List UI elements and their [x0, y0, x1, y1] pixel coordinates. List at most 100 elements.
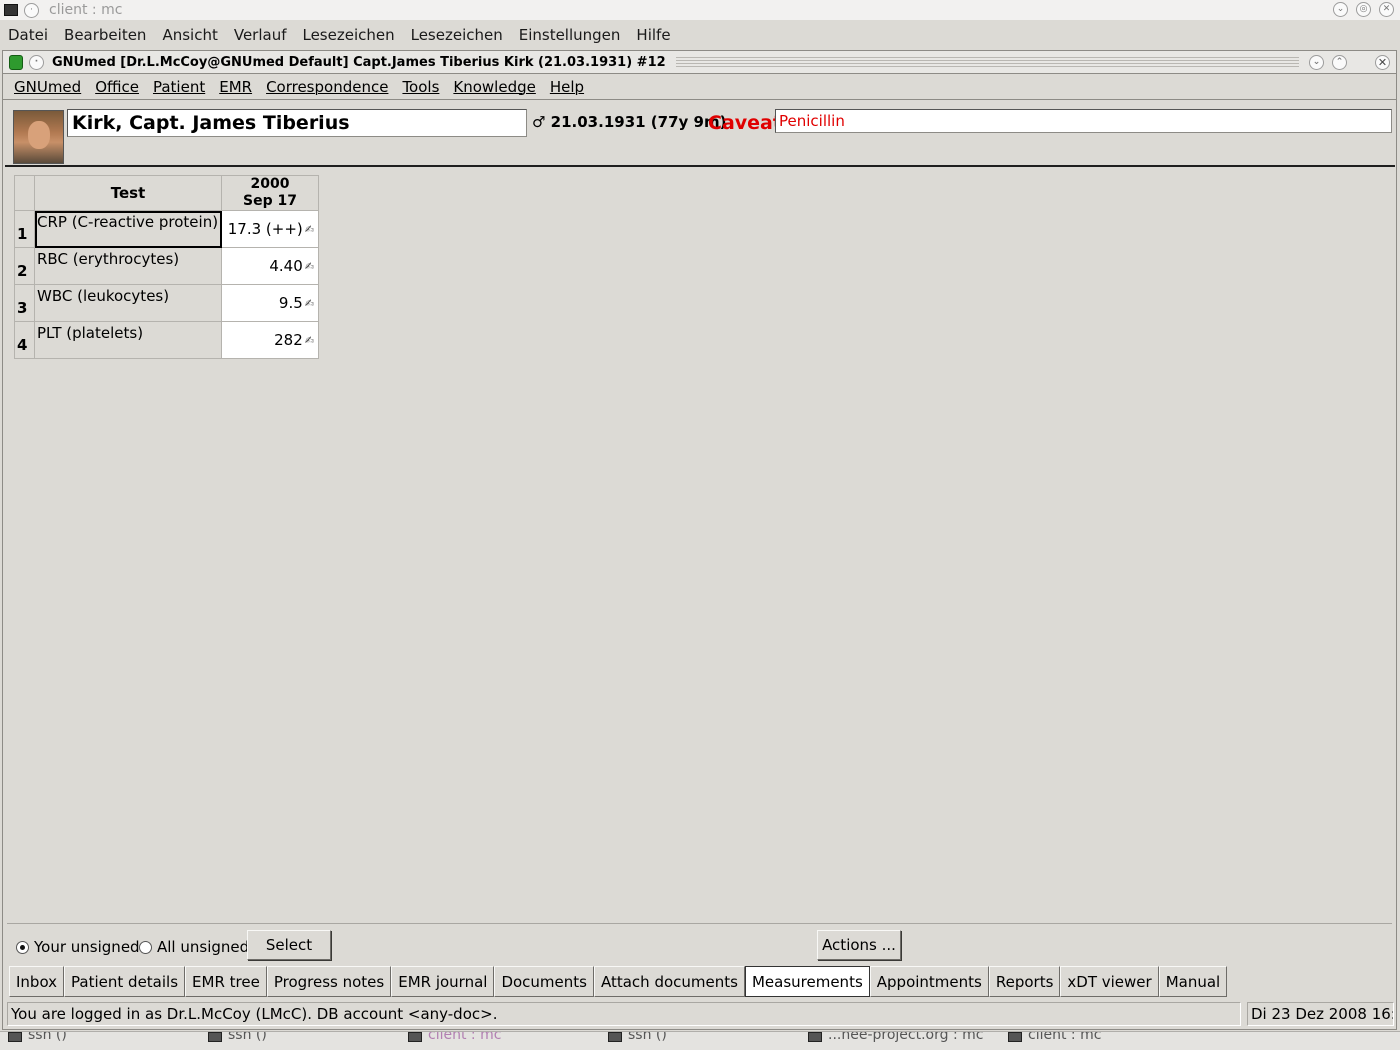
taskbar-item[interactable]: ssh () — [8, 1032, 67, 1050]
terminal-icon — [4, 4, 18, 16]
value-cell[interactable]: 9.5 ✍ — [221, 284, 319, 322]
tab-appointments[interactable]: Appointments — [869, 966, 989, 997]
outer-window-titlebar: · client : mc ⌄ ◎ ✕ — [0, 0, 1400, 20]
menu-einstellungen[interactable]: Einstellungen — [511, 26, 629, 44]
window-menu-icon[interactable]: · — [24, 2, 39, 18]
test-name-cell[interactable]: CRP (C-reactive protein) — [34, 210, 222, 248]
column-header-date[interactable]: 2000 Sep 17 — [221, 175, 319, 211]
test-name-cell[interactable]: PLT (platelets) — [34, 321, 222, 359]
taskbar-label: client : mc — [1028, 1031, 1102, 1043]
menu-patient[interactable]: Patient — [146, 78, 212, 96]
table-row: 4 PLT (platelets) 282 ✍ — [14, 321, 319, 359]
taskbar-item[interactable]: ssh () — [608, 1032, 667, 1050]
value-text: 4.40 — [269, 257, 303, 275]
taskbar-item[interactable]: ssh () — [208, 1032, 267, 1050]
radio-your-unsigned[interactable]: Your unsigned — [16, 938, 140, 956]
radio-your-unsigned-label: Your unsigned — [34, 938, 140, 956]
menu-tools[interactable]: Tools — [395, 78, 446, 96]
radio-selected-icon[interactable] — [16, 940, 29, 954]
taskbar-item[interactable]: client : mc — [408, 1032, 501, 1050]
tab-progress-notes[interactable]: Progress notes — [266, 966, 392, 997]
menu-ansicht[interactable]: Ansicht — [154, 26, 225, 44]
menu-knowledge[interactable]: Knowledge — [446, 78, 542, 96]
titlebar-grip — [675, 57, 1299, 67]
test-name-cell[interactable]: WBC (leukocytes) — [34, 284, 222, 322]
radio-all-unsigned[interactable]: All unsigned — [139, 938, 249, 956]
patient-dob: ♂ 21.03.1931 (77y 9m) — [532, 113, 727, 131]
caveat-field[interactable]: Penicillin — [775, 109, 1392, 133]
value-text: 282 — [274, 331, 303, 349]
tab-emr-journal[interactable]: EMR journal — [391, 966, 495, 997]
taskbar-label: ssh () — [228, 1031, 267, 1043]
outer-window-title: client : mc — [49, 2, 123, 18]
caveat-label: Caveat — [708, 112, 782, 134]
tab-documents[interactable]: Documents — [494, 966, 594, 997]
terminal-icon — [608, 1032, 622, 1042]
maximize-icon[interactable]: ◎ — [1356, 2, 1371, 17]
taskbar-item[interactable]: ...nee-project.org : mc — [808, 1032, 983, 1050]
value-cell[interactable]: 4.40 ✍ — [221, 247, 319, 285]
status-login-info: You are logged in as Dr.L.McCoy (LMcC). … — [7, 1002, 1241, 1026]
row-header[interactable]: 2 — [14, 247, 35, 285]
value-cell[interactable]: 282 ✍ — [221, 321, 319, 359]
tab-manual[interactable]: Manual — [1158, 966, 1228, 997]
grid-corner — [14, 175, 35, 211]
actions-button[interactable]: Actions ... — [817, 930, 901, 960]
terminal-icon — [808, 1032, 822, 1042]
menu-help[interactable]: Help — [543, 78, 591, 96]
tab-inbox[interactable]: Inbox — [9, 966, 65, 997]
tab-reports[interactable]: Reports — [988, 966, 1061, 997]
patient-name-field[interactable]: Kirk, Capt. James Tiberius — [67, 109, 527, 137]
value-text: 17.3 (++) — [227, 220, 303, 238]
tab-patient-details[interactable]: Patient details — [64, 966, 186, 997]
row-header[interactable]: 4 — [14, 321, 35, 359]
select-button[interactable]: Select — [247, 930, 331, 960]
close-icon[interactable]: ✕ — [1375, 54, 1390, 70]
minimize-icon[interactable]: ⌄ — [1309, 54, 1324, 70]
column-header-day: Sep 17 — [243, 193, 297, 209]
tab-measurements[interactable]: Measurements — [744, 966, 870, 997]
taskbar-item[interactable]: client : mc — [1008, 1032, 1101, 1050]
terminal-icon — [408, 1032, 422, 1042]
row-header[interactable]: 1 — [14, 210, 35, 248]
patient-photo[interactable] — [13, 110, 64, 164]
taskbar-label: ssh () — [28, 1031, 67, 1043]
column-header-year: 2000 — [250, 176, 290, 193]
measurements-grid: Test 2000 Sep 17 1 CRP (C-reactive prote… — [14, 175, 319, 359]
patient-header: Kirk, Capt. James Tiberius ♂ 21.03.1931 … — [11, 108, 1393, 164]
edit-pen-icon: ✍ — [304, 223, 314, 236]
menu-office[interactable]: Office — [88, 78, 146, 96]
value-cell[interactable]: 17.3 (++) ✍ — [221, 210, 319, 248]
menu-lesezeichen-2[interactable]: Lesezeichen — [403, 26, 511, 44]
value-text: 9.5 — [278, 294, 303, 312]
radio-all-unsigned-label: All unsigned — [157, 938, 250, 956]
menu-gnumed[interactable]: GNUmed — [7, 78, 88, 96]
row-header[interactable]: 3 — [14, 284, 35, 322]
menu-correspondence[interactable]: Correspondence — [259, 78, 395, 96]
minimize-icon[interactable]: ⌄ — [1333, 2, 1348, 17]
test-name-cell[interactable]: RBC (erythrocytes) — [34, 247, 222, 285]
tab-emr-tree[interactable]: EMR tree — [185, 966, 267, 997]
outer-menubar: Datei Bearbeiten Ansicht Verlauf Lesezei… — [0, 22, 1400, 48]
table-row: 1 CRP (C-reactive protein) 17.3 (++) ✍ — [14, 210, 319, 248]
radio-unselected-icon[interactable] — [139, 940, 152, 954]
menu-verlauf[interactable]: Verlauf — [226, 26, 295, 44]
edit-pen-icon: ✍ — [304, 297, 314, 310]
header-separator — [5, 165, 1395, 167]
menu-datei[interactable]: Datei — [0, 26, 56, 44]
tab-xdt-viewer[interactable]: xDT viewer — [1060, 966, 1159, 997]
taskbar-label: client : mc — [428, 1031, 502, 1043]
app-window-title: GNUmed [Dr.L.McCoy@GNUmed Default] Capt.… — [52, 54, 666, 70]
window-menu-icon[interactable]: · — [29, 54, 44, 70]
edit-pen-icon: ✍ — [304, 260, 314, 273]
column-header-test[interactable]: Test — [34, 175, 222, 211]
maximize-icon[interactable]: ⌃ — [1332, 54, 1347, 70]
tab-attach-documents[interactable]: Attach documents — [593, 966, 745, 997]
menu-hilfe[interactable]: Hilfe — [628, 26, 678, 44]
menu-lesezeichen[interactable]: Lesezeichen — [294, 26, 402, 44]
app-titlebar: · GNUmed [Dr.L.McCoy@GNUmed Default] Cap… — [3, 51, 1396, 73]
menu-emr[interactable]: EMR — [212, 78, 259, 96]
close-icon[interactable]: ✕ — [1379, 2, 1394, 17]
notebook-tabs: Inbox Patient details EMR tree Progress … — [9, 966, 1228, 997]
menu-bearbeiten[interactable]: Bearbeiten — [56, 26, 154, 44]
